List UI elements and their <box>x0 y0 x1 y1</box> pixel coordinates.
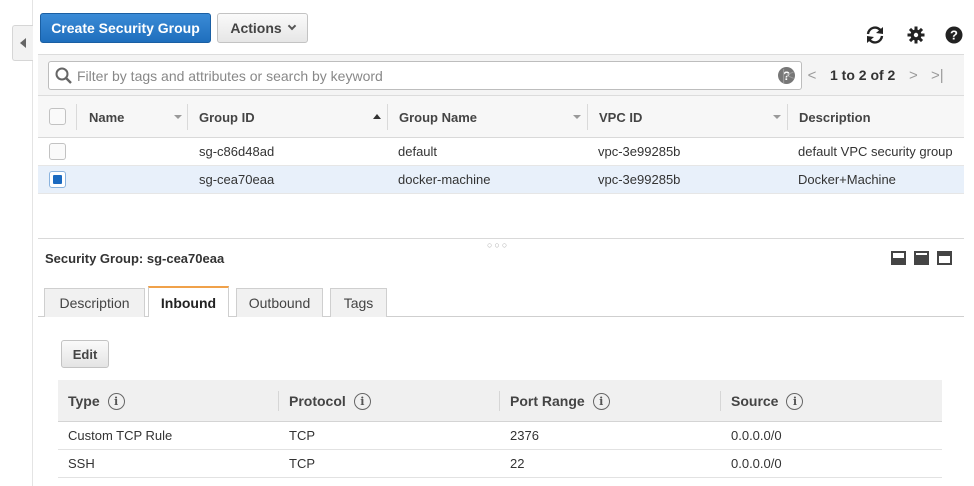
refresh-icon[interactable] <box>864 24 886 46</box>
column-header-name[interactable]: Name <box>89 96 124 138</box>
column-header-description[interactable]: Description <box>799 96 871 138</box>
pagination: |< < 1 to 2 of 2 > >| <box>776 55 949 95</box>
actions-dropdown-button[interactable]: Actions <box>217 13 308 43</box>
column-divider <box>787 104 788 130</box>
column-divider <box>387 104 388 130</box>
tab-outbound[interactable]: Outbound <box>236 288 323 317</box>
cell-description: default VPC security group <box>798 144 953 159</box>
rule-port-range: 22 <box>510 456 525 471</box>
grid-header: Name Group ID Group Name VPC ID Descript… <box>38 96 964 138</box>
cell-group-id: sg-cea70eaa <box>199 172 275 187</box>
splitter-handle-icon[interactable]: ○○○ <box>487 240 509 250</box>
pane-splitter[interactable] <box>38 238 964 239</box>
layout-bottom-icon[interactable] <box>891 251 906 265</box>
detail-title: Security Group: sg-cea70eaa <box>45 251 225 266</box>
tab-tags[interactable]: Tags <box>330 288 387 317</box>
sort-icon[interactable] <box>773 115 781 119</box>
edit-button[interactable]: Edit <box>61 340 109 368</box>
rule-type: Custom TCP Rule <box>68 428 173 443</box>
pagination-text: 1 to 2 of 2 <box>830 67 896 83</box>
rule-protocol: TCP <box>289 428 315 443</box>
left-nav-rail <box>0 0 33 486</box>
rules-header-source-label: Source <box>731 393 779 409</box>
column-divider <box>720 391 721 411</box>
rule-port-range: 2376 <box>510 428 539 443</box>
row-checkbox[interactable] <box>49 171 66 188</box>
column-divider <box>278 391 279 411</box>
detail-tabs: Description Inbound Outbound Tags <box>38 286 964 317</box>
column-divider <box>499 391 500 411</box>
rules-header-protocol: Protocol i <box>289 380 371 422</box>
rule-source: 0.0.0.0/0 <box>731 428 782 443</box>
info-icon[interactable]: i <box>786 392 804 410</box>
filter-field[interactable]: ? <box>48 61 802 90</box>
layout-split-icon[interactable] <box>914 251 929 265</box>
cell-group-name: default <box>398 144 438 159</box>
rule-row: SSH TCP 22 0.0.0.0/0 <box>58 450 942 478</box>
rules-header-protocol-label: Protocol <box>289 393 346 409</box>
create-security-group-button[interactable]: Create Security Group <box>40 13 211 43</box>
sort-icon[interactable] <box>573 115 581 119</box>
column-header-vpc-id[interactable]: VPC ID <box>599 96 642 138</box>
column-divider <box>587 104 588 130</box>
column-divider <box>76 104 77 130</box>
info-icon[interactable]: i <box>353 392 371 410</box>
rules-header-port-range: Port Range i <box>510 380 610 422</box>
tab-description[interactable]: Description <box>44 288 145 317</box>
rules-header-type: Type i <box>68 380 125 422</box>
sort-icon[interactable] <box>174 115 182 119</box>
sort-ascending-icon[interactable] <box>373 114 381 119</box>
search-icon <box>55 67 72 84</box>
last-page-icon[interactable]: >| <box>925 67 949 84</box>
cell-vpc-id: vpc-3e99285b <box>598 172 681 187</box>
rule-protocol: TCP <box>289 456 315 471</box>
layout-top-icon[interactable] <box>937 251 952 265</box>
rule-source: 0.0.0.0/0 <box>731 456 782 471</box>
cell-group-id: sg-c86d48ad <box>199 144 275 159</box>
search-input[interactable] <box>77 62 767 89</box>
tab-inbound[interactable]: Inbound <box>148 286 229 317</box>
table-row[interactable]: sg-cea70eaa docker-machine vpc-3e99285b … <box>38 166 964 194</box>
table-row[interactable]: sg-c86d48ad default vpc-3e99285b default… <box>38 138 964 166</box>
chevron-left-icon <box>20 38 26 48</box>
row-checkbox[interactable] <box>49 143 66 160</box>
svg-text:?: ? <box>950 28 958 43</box>
chevron-down-icon <box>287 21 296 31</box>
column-divider <box>187 104 188 130</box>
rule-type: SSH <box>68 456 95 471</box>
rules-table-header: Type i Protocol i Port Range i Source i <box>58 380 942 422</box>
first-page-icon[interactable]: |< <box>776 67 800 84</box>
info-icon[interactable]: i <box>592 392 610 410</box>
filter-bar: ? |< < 1 to 2 of 2 > >| <box>38 54 964 96</box>
rules-header-source: Source i <box>731 380 804 422</box>
pane-layout-controls <box>891 251 952 265</box>
info-icon[interactable]: i <box>107 392 125 410</box>
cell-description: Docker+Machine <box>798 172 896 187</box>
next-page-icon[interactable]: > <box>901 67 925 84</box>
gear-icon[interactable] <box>905 24 927 46</box>
rules-header-type-label: Type <box>68 393 100 409</box>
cell-group-name: docker-machine <box>398 172 491 187</box>
rule-row: Custom TCP Rule TCP 2376 0.0.0.0/0 <box>58 422 942 450</box>
expand-nav-button[interactable] <box>12 25 33 61</box>
rules-header-port-range-label: Port Range <box>510 393 585 409</box>
column-header-group-id[interactable]: Group ID <box>199 96 255 138</box>
select-all-checkbox[interactable] <box>49 108 66 125</box>
actions-label: Actions <box>230 20 282 36</box>
column-header-group-name[interactable]: Group Name <box>399 96 477 138</box>
cell-vpc-id: vpc-3e99285b <box>598 144 681 159</box>
prev-page-icon[interactable]: < <box>800 67 824 84</box>
help-icon[interactable]: ? <box>943 24 965 46</box>
